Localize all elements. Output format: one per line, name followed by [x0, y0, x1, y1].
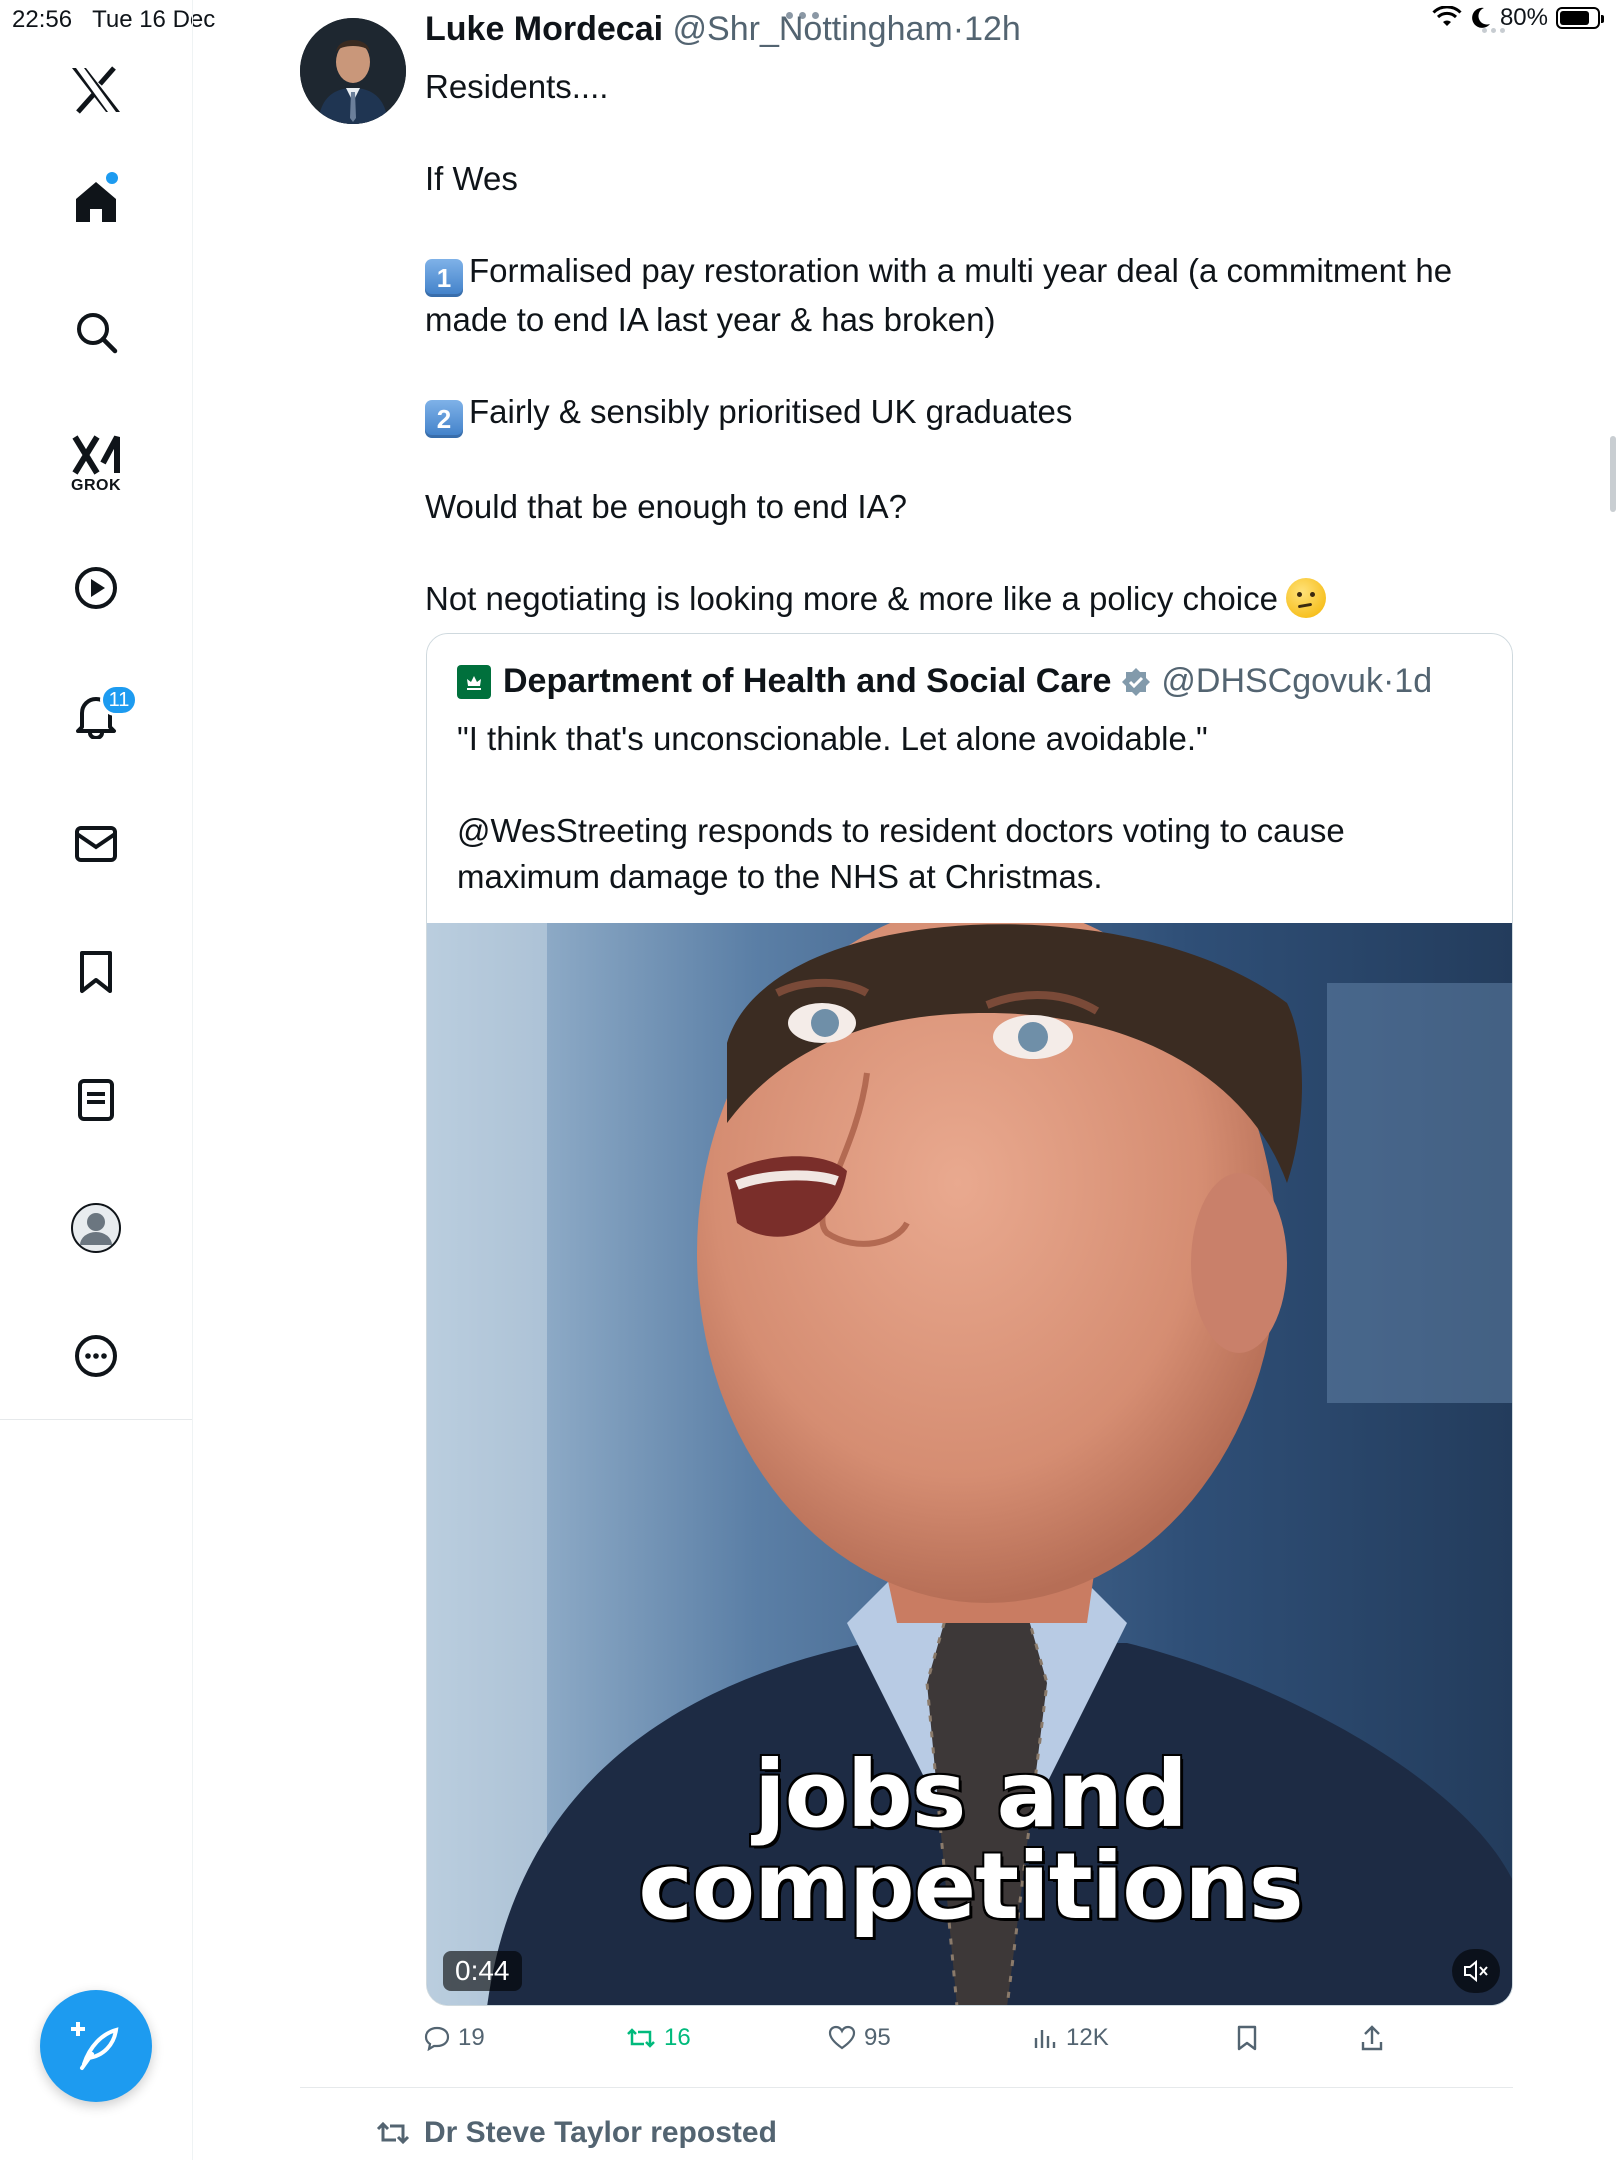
- battery-percent: 80%: [1499, 4, 1548, 31]
- author-name[interactable]: Luke Mordecai: [425, 10, 663, 48]
- share-icon: [1361, 2025, 1383, 2051]
- moon-icon: [1472, 7, 1490, 28]
- grok-label: GROK: [71, 477, 121, 494]
- author-handle[interactable]: @Shr_Nottingham: [673, 10, 953, 48]
- video-duration: 0:44: [443, 1951, 522, 1991]
- repost-icon: [627, 2028, 655, 2048]
- dhsc-logo-icon: [457, 664, 491, 699]
- keycap-2-emoji: 2: [425, 400, 463, 438]
- nav-home[interactable]: [0, 172, 192, 232]
- tweet-line: Residents....: [425, 68, 609, 105]
- nav-more[interactable]: [0, 1326, 192, 1386]
- quote-author-name[interactable]: Department of Health and Social Care: [503, 662, 1111, 701]
- quote-time[interactable]: 1d: [1394, 662, 1432, 701]
- quoted-tweet[interactable]: Department of Health and Social Care @DH…: [426, 633, 1513, 2006]
- views-button[interactable]: 12K: [1032, 2024, 1109, 2052]
- author-avatar[interactable]: [300, 18, 406, 124]
- nav-notifications[interactable]: [0, 686, 192, 746]
- reply-count: 19: [458, 2024, 485, 2051]
- tweet-line: If Wes: [425, 160, 518, 197]
- quote-text: "I think that's unconscionable. Let alon…: [457, 716, 1477, 900]
- feed-divider: [300, 2087, 1513, 2088]
- notifications-badge: 11: [100, 684, 138, 716]
- search-icon: [77, 313, 118, 354]
- tweet-point-1: 1 Formalised pay restoration with a multi…: [425, 248, 1525, 343]
- tweet-line: Would that be enough to end IA?: [425, 488, 907, 525]
- like-count: 95: [864, 2024, 891, 2051]
- mute-button[interactable]: [1452, 1949, 1500, 1993]
- sidebar-divider: [0, 1419, 192, 1420]
- tweet-header: Luke Mordecai @Shr_Nottingham·12h: [425, 10, 1021, 49]
- sidebar: GROK 11: [0, 0, 193, 2160]
- video-player[interactable]: jobs and competitions 0:44: [427, 923, 1512, 2005]
- nav-articles[interactable]: [0, 1070, 192, 1130]
- bookmark-icon: [80, 951, 112, 993]
- nav-messages[interactable]: [0, 814, 192, 874]
- quote-line: "I think that's unconscionable. Let alon…: [457, 720, 1208, 757]
- profile-avatar-icon: [71, 1203, 121, 1253]
- verified-badge-icon: [1121, 667, 1151, 697]
- wifi-icon: [1432, 6, 1462, 26]
- quote-header: Department of Health and Social Care @DH…: [457, 662, 1432, 701]
- nav-profile[interactable]: [0, 1198, 192, 1258]
- bookmark-button[interactable]: [1236, 2024, 1258, 2052]
- heart-icon: [828, 2025, 856, 2050]
- share-button[interactable]: [1360, 2024, 1384, 2052]
- quote-line: @WesStreeting responds to resident docto…: [457, 812, 1345, 895]
- video-caption-line-1: jobs and: [754, 1741, 1188, 1848]
- keycap-1-emoji: 1: [425, 259, 463, 297]
- repost-label: Dr Steve Taylor reposted: [424, 2116, 777, 2149]
- bookmark-icon: [1237, 2025, 1257, 2051]
- scrollbar[interactable]: [1610, 436, 1616, 512]
- video-caption-line-2: competitions: [638, 1833, 1303, 1940]
- repost-button[interactable]: 16: [626, 2024, 691, 2052]
- speaker-muted-icon: [1464, 1959, 1488, 1983]
- nav-grok[interactable]: GROK: [0, 424, 192, 504]
- play-circle-icon: [75, 567, 117, 609]
- header-separator: ·: [952, 10, 965, 48]
- mail-icon: [75, 826, 117, 862]
- home-new-dot: [106, 172, 118, 184]
- tweet-point-2: 2 Fairly & sensibly prioritised UK gradua…: [425, 389, 1525, 438]
- repost-icon: [376, 2121, 410, 2145]
- repost-count: 16: [664, 2024, 691, 2051]
- quote-separator: ·: [1382, 662, 1395, 700]
- status-indicators: 80%: [1432, 4, 1604, 32]
- tweet-last-text: Not negotiating is looking more & more l…: [425, 580, 1278, 617]
- article-icon: [78, 1079, 114, 1121]
- nav-explore[interactable]: [0, 302, 192, 362]
- thinking-face-emoji: [1285, 578, 1326, 618]
- reply-icon: [424, 2026, 450, 2051]
- tweet-time[interactable]: 12h: [964, 10, 1021, 48]
- quote-author-handle[interactable]: @DHSCgovuk: [1161, 662, 1383, 701]
- nav-video[interactable]: [0, 558, 192, 618]
- grok-icon: [72, 435, 120, 475]
- nav-bookmarks[interactable]: [0, 942, 192, 1002]
- view-count: 12K: [1066, 2024, 1109, 2051]
- tweet-point-2-text: Fairly & sensibly prioritised UK graduat…: [469, 393, 1073, 430]
- views-chart-icon: [1034, 2030, 1056, 2048]
- reply-button[interactable]: 19: [424, 2024, 485, 2052]
- home-icon: [76, 182, 116, 222]
- tweet-line-last: Not negotiating is looking more & more l…: [425, 576, 1525, 622]
- tweet-point-1-text: Formalised pay restoration with a multi …: [425, 252, 1453, 338]
- tweet-text: Residents.... If Wes 1 Formalised pay res…: [425, 64, 1525, 668]
- x-logo-icon[interactable]: [0, 60, 192, 120]
- battery-icon: [1556, 7, 1604, 29]
- more-circle-icon: [75, 1335, 117, 1377]
- next-repost-header[interactable]: Dr Steve Taylor reposted: [376, 2116, 777, 2150]
- tweet-actions: 19 16 95 12K: [0, 2024, 1620, 2064]
- like-button[interactable]: 95: [828, 2024, 891, 2052]
